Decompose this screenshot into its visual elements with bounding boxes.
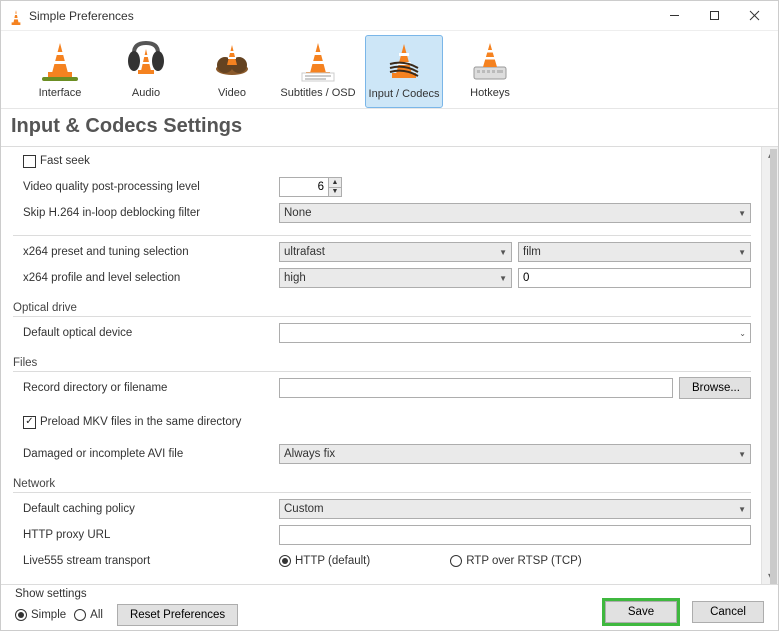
- caching-combo[interactable]: Custom ▼: [279, 499, 751, 519]
- files-group-label: Files: [13, 357, 751, 369]
- record-dir-label: Record directory or filename: [23, 382, 279, 394]
- audio-icon: [126, 39, 166, 83]
- x264-preset-combo[interactable]: ultrafast ▼: [279, 242, 512, 262]
- category-interface[interactable]: Interface: [21, 35, 99, 108]
- outer-scrollbar[interactable]: [770, 149, 777, 584]
- preferences-window: Simple Preferences Interface Audio Video: [0, 0, 779, 631]
- fast-seek-checkbox[interactable]: Fast seek: [23, 155, 90, 168]
- chevron-down-icon: ▼: [738, 505, 746, 514]
- show-simple-label: Simple: [31, 609, 66, 621]
- category-subtitles-label: Subtitles / OSD: [280, 87, 355, 99]
- chevron-down-icon: ▼: [738, 209, 746, 218]
- x264-preset-value: ultrafast: [284, 246, 495, 258]
- checkbox-checked-icon: [23, 416, 36, 429]
- input-codecs-icon: [384, 40, 424, 84]
- close-icon: [749, 10, 760, 21]
- spin-up-icon[interactable]: ▲: [329, 178, 341, 188]
- preload-mkv-checkbox[interactable]: Preload MKV files in the same directory: [23, 416, 241, 429]
- category-input-codecs[interactable]: Input / Codecs: [365, 35, 443, 108]
- hotkeys-icon: [470, 39, 510, 83]
- reset-preferences-button[interactable]: Reset Preferences: [117, 604, 238, 626]
- damaged-avi-combo[interactable]: Always fix ▼: [279, 444, 751, 464]
- x264-profile-label: x264 profile and level selection: [23, 272, 279, 284]
- chevron-down-icon: ▼: [738, 248, 746, 257]
- category-audio-label: Audio: [132, 87, 160, 99]
- save-highlight: Save: [602, 598, 680, 626]
- radio-selected-icon: [15, 609, 27, 621]
- video-quality-input[interactable]: [280, 178, 328, 196]
- category-hotkeys-label: Hotkeys: [470, 87, 510, 99]
- cancel-button[interactable]: Cancel: [692, 601, 764, 623]
- video-quality-spin[interactable]: ▲ ▼: [279, 177, 342, 197]
- maximize-icon: [709, 10, 720, 21]
- page-title: Input & Codecs Settings: [11, 115, 768, 138]
- category-interface-label: Interface: [39, 87, 82, 99]
- live555-rtp-label: RTP over RTSP (TCP): [466, 555, 581, 567]
- settings-panel: Fast seek Video quality post-processing …: [1, 147, 761, 584]
- close-button[interactable]: [734, 2, 774, 30]
- category-subtitles[interactable]: Subtitles / OSD: [279, 35, 357, 108]
- minimize-button[interactable]: [654, 2, 694, 30]
- category-hotkeys[interactable]: Hotkeys: [451, 35, 529, 108]
- video-icon: [212, 39, 252, 83]
- x264-profile-value: high: [284, 272, 495, 284]
- spin-down-icon[interactable]: ▼: [329, 188, 341, 197]
- video-quality-label: Video quality post-processing level: [23, 181, 279, 193]
- category-row: Interface Audio Video Subtitles / OSD In…: [1, 31, 778, 109]
- x264-level-input[interactable]: [518, 268, 751, 288]
- x264-tune-value: film: [523, 246, 734, 258]
- heading-row: Input & Codecs Settings: [1, 109, 778, 147]
- record-dir-input[interactable]: [279, 378, 673, 398]
- caching-value: Custom: [284, 503, 734, 515]
- skip-h264-value: None: [284, 207, 734, 219]
- content-outer: Fast seek Video quality post-processing …: [1, 147, 778, 584]
- radio-selected-icon: [279, 555, 291, 567]
- caching-label: Default caching policy: [23, 503, 279, 515]
- category-input-codecs-label: Input / Codecs: [369, 88, 440, 100]
- chevron-down-icon: ▼: [738, 450, 746, 459]
- interface-icon: [40, 39, 80, 83]
- vlc-cone-icon: [9, 9, 23, 23]
- category-video-label: Video: [218, 87, 246, 99]
- show-simple-radio[interactable]: Simple: [15, 609, 66, 621]
- x264-tune-combo[interactable]: film ▼: [518, 242, 751, 262]
- live555-rtp-radio[interactable]: RTP over RTSP (TCP): [450, 555, 581, 567]
- footer-row: Show settings Simple All Reset Preferenc…: [1, 584, 778, 630]
- network-group-label: Network: [13, 478, 751, 490]
- chevron-down-icon: ▼: [499, 248, 507, 257]
- http-proxy-input[interactable]: [279, 525, 751, 545]
- live555-label: Live555 stream transport: [23, 555, 279, 567]
- category-audio[interactable]: Audio: [107, 35, 185, 108]
- damaged-avi-value: Always fix: [284, 448, 734, 460]
- x264-profile-combo[interactable]: high ▼: [279, 268, 512, 288]
- save-button[interactable]: Save: [605, 601, 677, 623]
- radio-unselected-icon: [74, 609, 86, 621]
- chevron-down-icon: ⌄: [739, 329, 746, 338]
- default-optical-combo[interactable]: ⌄: [279, 323, 751, 343]
- default-optical-label: Default optical device: [23, 327, 279, 339]
- subtitles-icon: [298, 39, 338, 83]
- category-video[interactable]: Video: [193, 35, 271, 108]
- radio-unselected-icon: [450, 555, 462, 567]
- window-title: Simple Preferences: [29, 9, 654, 23]
- titlebar: Simple Preferences: [1, 1, 778, 31]
- skip-h264-label: Skip H.264 in-loop deblocking filter: [23, 207, 279, 219]
- optical-group-label: Optical drive: [13, 302, 751, 314]
- preload-mkv-label: Preload MKV files in the same directory: [40, 416, 241, 428]
- damaged-avi-label: Damaged or incomplete AVI file: [23, 448, 279, 460]
- live555-http-label: HTTP (default): [295, 555, 370, 567]
- x264-preset-label: x264 preset and tuning selection: [23, 246, 279, 258]
- chevron-down-icon: ▼: [499, 274, 507, 283]
- fast-seek-label: Fast seek: [40, 155, 90, 167]
- maximize-button[interactable]: [694, 2, 734, 30]
- http-proxy-label: HTTP proxy URL: [23, 529, 279, 541]
- checkbox-empty-icon: [23, 155, 36, 168]
- show-all-radio[interactable]: All: [74, 609, 103, 621]
- skip-h264-combo[interactable]: None ▼: [279, 203, 751, 223]
- live555-http-radio[interactable]: HTTP (default): [279, 555, 370, 567]
- show-all-label: All: [90, 609, 103, 621]
- browse-button[interactable]: Browse...: [679, 377, 751, 399]
- minimize-icon: [669, 10, 680, 21]
- show-settings-label: Show settings: [15, 588, 602, 600]
